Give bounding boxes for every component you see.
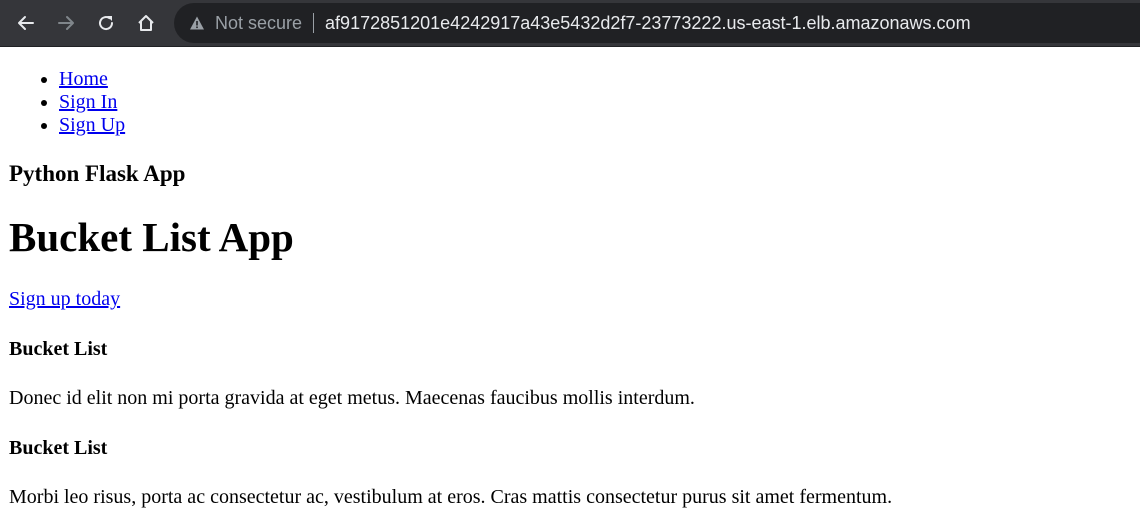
warning-triangle-icon xyxy=(190,16,204,30)
nav-item-sign-up: Sign Up xyxy=(59,114,125,137)
site-nav: Home Sign In Sign Up xyxy=(59,68,125,137)
sign-up-today-link[interactable]: Sign up today xyxy=(9,287,120,311)
arrow-right-icon xyxy=(58,16,74,30)
arrow-left-icon xyxy=(18,16,34,30)
back-button[interactable] xyxy=(6,3,46,43)
forward-button[interactable] xyxy=(46,3,86,43)
reload-button[interactable] xyxy=(86,3,126,43)
page-title: Bucket List App xyxy=(9,214,294,260)
address-bar[interactable]: Not secure af9172851201e4242917a43e5432d… xyxy=(174,3,1140,43)
nav-link-sign-up[interactable]: Sign Up xyxy=(59,114,125,136)
section-text-1: Donec id elit non mi porta gravida at eg… xyxy=(9,387,695,409)
url-text[interactable]: af9172851201e4242917a43e5432d2f7-2377322… xyxy=(325,13,971,34)
site-subtitle: Python Flask App xyxy=(9,161,186,186)
section-heading-1: Bucket List xyxy=(9,338,108,360)
browser-toolbar: Not secure af9172851201e4242917a43e5432d… xyxy=(0,0,1140,47)
home-icon xyxy=(138,15,154,31)
section-text-2: Morbi leo risus, porta ac consectetur ac… xyxy=(9,486,893,508)
nav-item-home: Home xyxy=(59,68,125,91)
home-button[interactable] xyxy=(126,3,166,43)
page-content: Home Sign In Sign Up Python Flask App Bu… xyxy=(0,47,1140,520)
nav-link-home[interactable]: Home xyxy=(59,68,108,90)
nav-item-sign-in: Sign In xyxy=(59,91,125,114)
omnibox-divider xyxy=(313,13,315,33)
nav-link-sign-in[interactable]: Sign In xyxy=(59,91,117,113)
security-indicator[interactable]: Not secure xyxy=(189,3,302,43)
reload-icon xyxy=(99,16,114,31)
section-heading-2: Bucket List xyxy=(9,437,108,459)
security-label: Not secure xyxy=(215,12,303,33)
